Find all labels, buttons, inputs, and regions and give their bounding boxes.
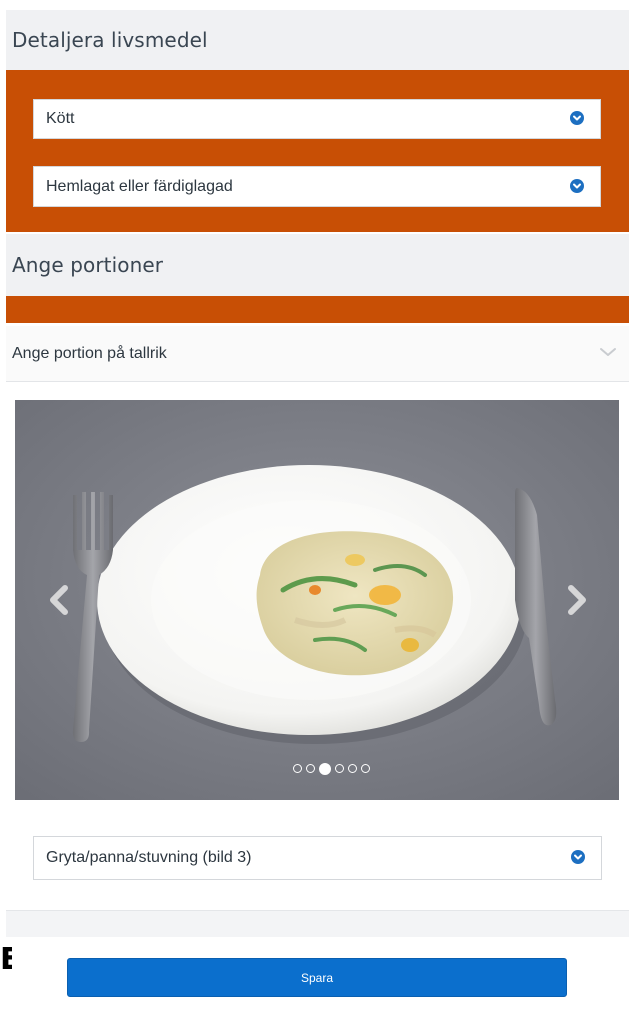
carousel-dot-1[interactable]	[292, 764, 302, 773]
portions-panel	[6, 296, 629, 323]
chevron-down-icon	[570, 111, 584, 125]
portion-plate-accordion[interactable]: Ange portion på tallrik	[6, 326, 629, 382]
carousel-indicators	[15, 763, 619, 775]
dish-select-value: Gryta/panna/stuvning (bild 3)	[46, 849, 252, 866]
preparation-select-value: Hemlagat eller färdiglagad	[46, 177, 233, 195]
chevron-left-icon	[50, 585, 68, 615]
category-select-value: Kött	[46, 110, 75, 127]
chevron-down-icon	[571, 850, 585, 864]
plate-photo	[15, 400, 619, 800]
section-title-details: Detaljera livsmedel	[6, 10, 629, 70]
cut-off-text: E	[0, 942, 12, 977]
carousel-dot-2[interactable]	[305, 764, 315, 773]
accordion-label: Ange portion på tallrik	[12, 344, 167, 362]
portion-image-carousel[interactable]	[15, 400, 619, 800]
save-button-label: Spara	[300, 970, 334, 985]
carousel-dot-6[interactable]	[360, 764, 370, 773]
page: Detaljera livsmedel Kött Hemlagat eller …	[0, 0, 629, 1019]
chevron-right-icon	[568, 585, 586, 615]
carousel-dot-3[interactable]	[318, 763, 331, 775]
portions-title: Ange portioner	[12, 253, 164, 277]
chevron-down-icon	[570, 178, 584, 193]
bottom-divider	[6, 910, 629, 937]
dish-select[interactable]: Gryta/panna/stuvning (bild 3)	[33, 836, 602, 880]
details-panel	[6, 70, 629, 232]
category-select[interactable]: Kött	[33, 99, 601, 139]
carousel-dot-5[interactable]	[347, 764, 357, 773]
preparation-select[interactable]: Hemlagat eller färdiglagad	[33, 166, 601, 207]
carousel-prev-button[interactable]	[45, 580, 75, 620]
save-button[interactable]: Spara	[67, 958, 567, 997]
carousel-next-button[interactable]	[561, 580, 591, 620]
chevron-down-icon	[599, 345, 617, 363]
section-title-portions: Ange portioner	[6, 234, 629, 296]
carousel-dot-4[interactable]	[334, 764, 344, 773]
details-title: Detaljera livsmedel	[12, 28, 208, 52]
